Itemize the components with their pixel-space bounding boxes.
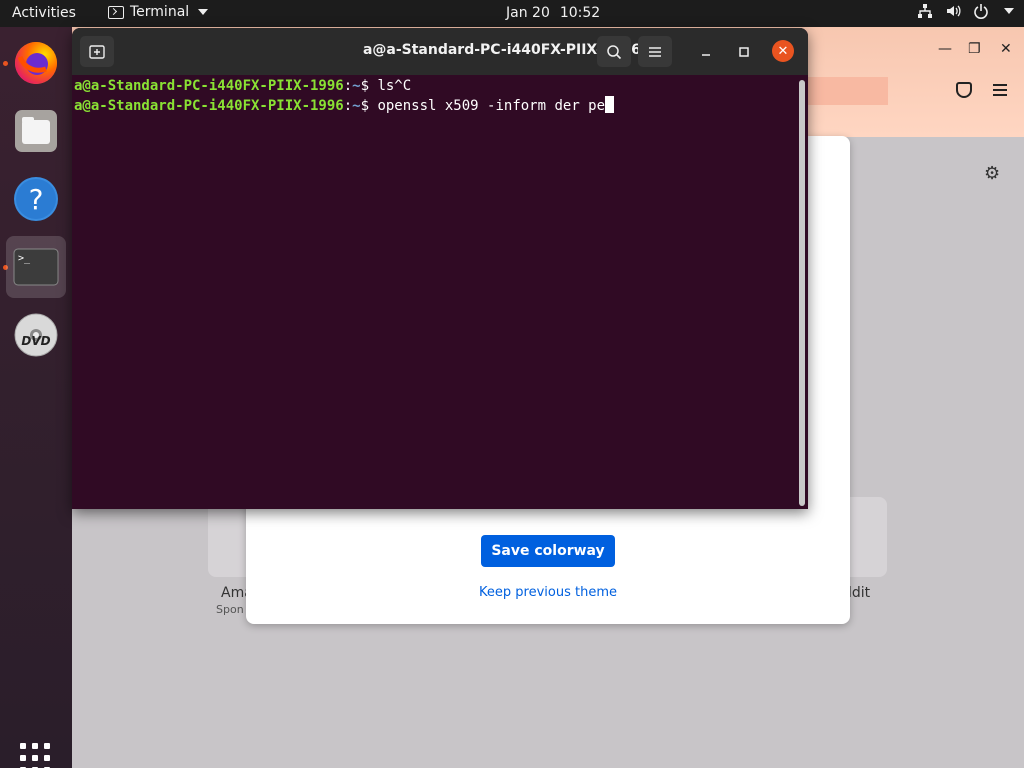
maximize-button[interactable] (734, 42, 754, 62)
shortcut-sublabel: Spon (216, 603, 244, 616)
show-applications-button[interactable] (20, 743, 50, 768)
chevron-down-icon (1004, 8, 1014, 14)
files-icon (15, 110, 57, 152)
top-bar: Activities Terminal Jan 20 10:52 (0, 0, 1024, 27)
terminal-window: a@a-Standard-PC-i440FX-PIIX-1996: ~ ✕ a@… (72, 28, 808, 509)
search-button[interactable] (597, 36, 631, 67)
dock-item-firefox[interactable] (6, 33, 66, 93)
gear-icon[interactable]: ⚙ (984, 163, 1000, 184)
menu-button[interactable] (638, 36, 672, 67)
shortcut-label: ldit (848, 585, 871, 601)
dvd-icon: DVD (14, 313, 58, 357)
minimize-icon[interactable]: — (938, 41, 952, 57)
minimize-button[interactable] (696, 42, 716, 62)
system-tray[interactable] (917, 3, 1014, 19)
minimize-icon (702, 54, 710, 56)
text-cursor (605, 96, 615, 113)
clock-date: Jan 20 (506, 5, 550, 21)
url-bar-fragment[interactable] (800, 77, 888, 105)
svg-text:DVD: DVD (21, 334, 50, 348)
terminal-output[interactable]: a@a-Standard-PC-i440FX-PIIX-1996:~$ ls^C… (72, 75, 808, 509)
close-button[interactable]: ✕ (772, 40, 794, 62)
terminal-command: openssl x509 -inform der pe (377, 98, 606, 114)
prompt-user-host: a@a-Standard-PC-i440FX-PIIX-1996 (74, 98, 344, 114)
terminal-icon (108, 5, 124, 19)
maximize-icon (739, 47, 749, 57)
terminal-headerbar: a@a-Standard-PC-i440FX-PIIX-1996: ~ ✕ (72, 28, 808, 75)
dock-item-terminal[interactable]: >_ (6, 236, 66, 298)
search-icon (607, 44, 622, 59)
app-menu-label: Terminal (130, 4, 190, 20)
close-icon[interactable]: ✕ (1000, 41, 1012, 57)
terminal-line: a@a-Standard-PC-i440FX-PIIX-1996:~$ ls^C (74, 78, 412, 94)
help-icon: ? (14, 177, 58, 221)
prompt-path: ~ (352, 98, 361, 114)
network-icon (918, 4, 932, 18)
pocket-icon[interactable] (956, 82, 972, 98)
dock: ? >_ DVD (0, 27, 72, 768)
keep-previous-theme-link[interactable]: Keep previous theme (246, 585, 850, 600)
svg-text:?: ? (29, 183, 44, 216)
dock-item-help[interactable]: ? (6, 169, 66, 229)
terminal-line: a@a-Standard-PC-i440FX-PIIX-1996:~$ open… (74, 96, 808, 116)
terminal-icon: >_ (13, 248, 59, 286)
volume-icon (947, 5, 961, 17)
hamburger-menu-icon[interactable] (993, 84, 1007, 99)
activities-button[interactable]: Activities (12, 5, 76, 21)
dock-item-dvd[interactable]: DVD (6, 305, 66, 365)
power-icon (974, 4, 988, 19)
hamburger-icon (649, 46, 661, 57)
chevron-down-icon (198, 9, 209, 15)
clock-time: 10:52 (559, 5, 601, 21)
app-menu[interactable]: Terminal (108, 4, 209, 20)
dock-item-files[interactable] (6, 101, 66, 161)
scrollbar[interactable] (799, 80, 805, 506)
close-icon: ✕ (777, 43, 789, 59)
prompt-user-host: a@a-Standard-PC-i440FX-PIIX-1996 (74, 78, 344, 94)
svg-text:>_: >_ (18, 253, 31, 264)
prompt-path: ~ (352, 78, 361, 94)
firefox-icon (15, 42, 57, 84)
terminal-command: ls^C (377, 78, 412, 94)
clock[interactable]: Jan 20 10:52 (506, 5, 600, 21)
restore-icon[interactable]: ❐ (968, 41, 981, 57)
save-colorway-button[interactable]: Save colorway (481, 535, 615, 567)
